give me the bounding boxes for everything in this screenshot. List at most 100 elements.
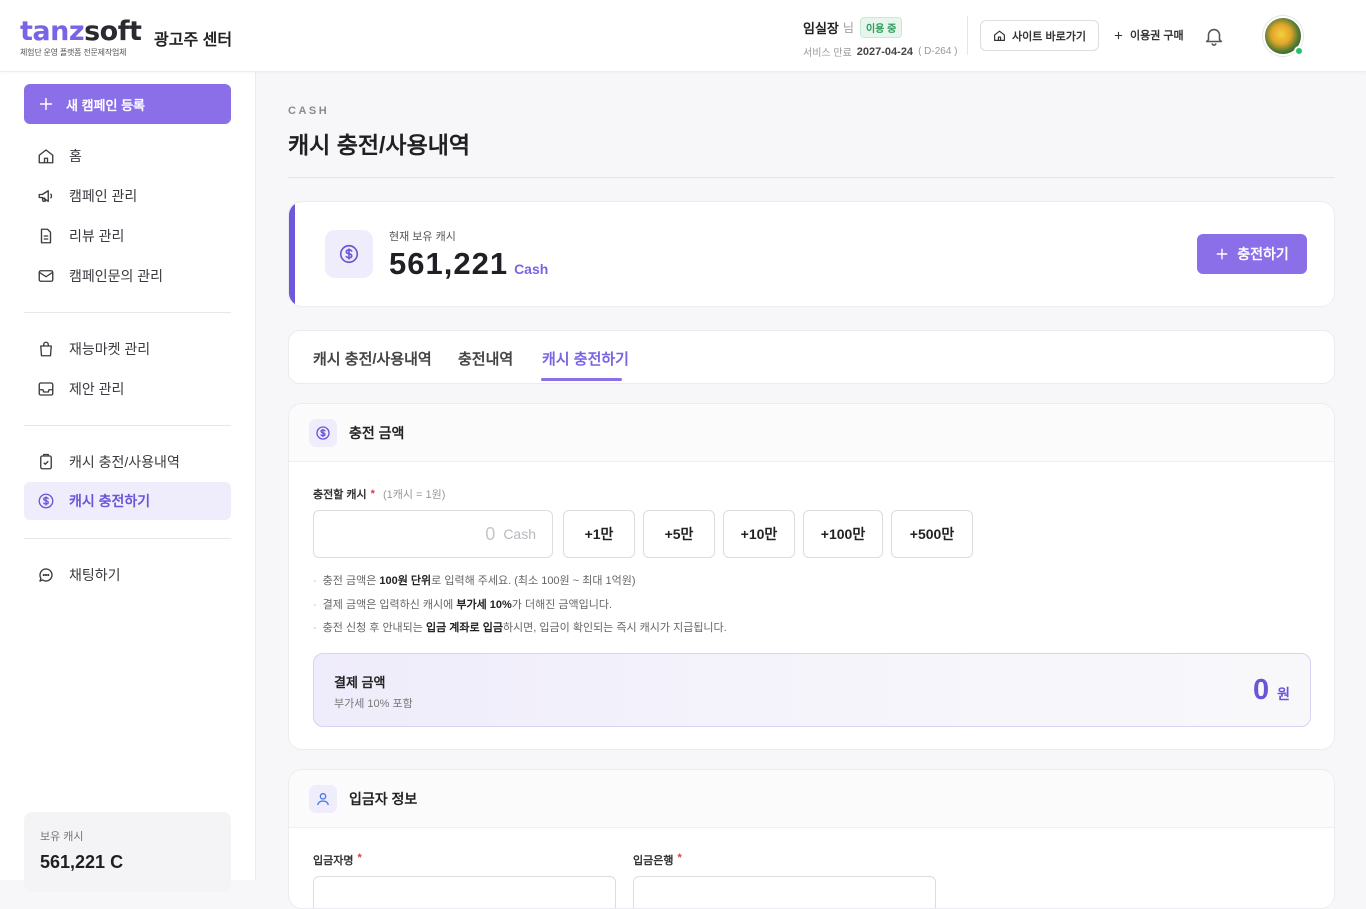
logo-tagline: 체험단 운영 플랫폼 전문제작업체	[20, 48, 127, 57]
tab-charge-history[interactable]: 충전내역	[458, 331, 513, 385]
payment-amount-sub: 부가세 10% 포함	[334, 698, 413, 710]
tab-cash-charge[interactable]: 캐시 충전하기	[542, 331, 629, 385]
section-header: 입금자 정보	[289, 770, 1334, 828]
title-divider	[288, 177, 1335, 178]
payment-amount-box: 결제 금액 부가세 10% 포함 0 원	[313, 653, 1311, 727]
plus-icon	[1215, 247, 1229, 261]
depositor-name-label: 입금자명 *	[313, 852, 362, 867]
shopping-bag-icon	[37, 340, 55, 358]
current-cash-value: 561,221	[389, 246, 509, 281]
deposit-bank-select[interactable]	[633, 876, 936, 908]
tab-cash-history[interactable]: 캐시 충전/사용내역	[313, 331, 432, 385]
bell-icon[interactable]	[1203, 25, 1225, 47]
charge-notes: · 충전 금액은 100원 단위로 입력해 주세요. (최소 100원 ~ 최대 …	[313, 570, 727, 641]
sidebar-item-proposals[interactable]: 제안 관리	[24, 370, 231, 408]
payment-amount-value: 0	[1252, 674, 1270, 706]
status-badge: 이용 중	[859, 17, 903, 38]
quick-add-100k-button[interactable]: +10만	[723, 510, 795, 558]
cash-amount-placeholder: 0	[485, 523, 496, 544]
megaphone-icon	[37, 187, 55, 205]
required-mark: *	[357, 852, 362, 864]
logo-text-secondary: soft	[84, 16, 142, 47]
cash-amount-unit: Cash	[503, 526, 536, 542]
cash-summary-card: 현재 보유 캐시 561,221 Cash 충전하기	[288, 201, 1335, 307]
active-tab-indicator	[541, 378, 622, 381]
expiry-dday: ( D-264 )	[918, 46, 958, 57]
tab-bar: 캐시 충전/사용내역 충전내역 캐시 충전하기	[288, 330, 1335, 384]
plus-icon	[1113, 30, 1124, 41]
document-icon	[37, 227, 55, 245]
charge-button-label: 충전하기	[1237, 246, 1289, 262]
center-name: 광고주 센터	[154, 32, 233, 49]
buy-pass-label: 이용권 구매	[1130, 30, 1184, 42]
user-info: 임실장 님 이용 중 서비스 만료 2027-04-24 ( D-264 )	[803, 17, 958, 59]
logo[interactable]: tanzsoft 체험단 운영 플랫폼 전문제작업체	[20, 16, 142, 58]
quick-add-1m-button[interactable]: +100만	[803, 510, 883, 558]
home-icon	[993, 29, 1006, 42]
online-indicator	[1294, 46, 1304, 56]
card-accent-bar	[289, 202, 295, 306]
cash-field-label-text: 충전할 캐시	[313, 489, 367, 501]
payment-amount-unit: 원	[1277, 686, 1290, 702]
cash-field-label: 충전할 캐시 * (1캐시 = 1원)	[313, 486, 445, 502]
sidebar-item-label: 리뷰 관리	[69, 228, 125, 244]
expiry-date: 2027-04-24	[856, 45, 914, 58]
quick-add-5m-button[interactable]: +500만	[891, 510, 973, 558]
required-mark: *	[370, 488, 375, 500]
top-bar: tanzsoft 체험단 운영 플랫폼 전문제작업체 광고주 센터 임실장 님 …	[0, 0, 1366, 72]
sidebar-item-cash-charge[interactable]: 캐시 충전하기	[24, 482, 231, 520]
sidebar-item-chat[interactable]: 채팅하기	[24, 556, 231, 594]
dollar-circle-icon	[309, 418, 337, 447]
sidebar-item-inquiries[interactable]: 캠페인문의 관리	[24, 257, 231, 295]
new-campaign-label: 새 캠페인 등록	[66, 97, 145, 113]
payment-amount: 0 원	[1253, 674, 1290, 707]
new-campaign-button[interactable]: 새 캠페인 등록	[24, 84, 231, 124]
inbox-icon	[37, 380, 55, 398]
depositor-name-input[interactable]	[313, 876, 616, 908]
deposit-bank-label: 입금은행 *	[633, 852, 682, 867]
quick-add-10k-button[interactable]: +1만	[563, 510, 635, 558]
quick-add-50k-button[interactable]: +5만	[643, 510, 715, 558]
sidebar-item-label: 채팅하기	[69, 567, 121, 583]
plus-icon	[38, 96, 54, 112]
sidebar-item-label: 제안 관리	[69, 381, 125, 397]
section-header: 충전 금액	[289, 404, 1334, 462]
user-suffix: 님	[842, 21, 854, 35]
required-mark: *	[677, 852, 682, 864]
chat-icon	[37, 566, 55, 584]
note-item: · 충전 금액은 100원 단위로 입력해 주세요. (최소 100원 ~ 최대 …	[313, 575, 636, 587]
site-link-button[interactable]: 사이트 바로가기	[980, 20, 1099, 51]
home-icon	[37, 147, 55, 165]
clipboard-check-icon	[37, 453, 55, 471]
sidebar-item-label: 캐시 충전하기	[69, 493, 151, 509]
sidebar-item-label: 캠페인문의 관리	[69, 268, 164, 284]
site-link-label: 사이트 바로가기	[1012, 30, 1086, 43]
charge-button[interactable]: 충전하기	[1197, 234, 1307, 274]
current-cash-label: 현재 보유 캐시	[389, 231, 456, 243]
sidebar-item-label: 홈	[69, 148, 82, 164]
dollar-circle-icon	[325, 230, 373, 278]
sidebar-item-label: 캠페인 관리	[69, 188, 138, 204]
sidebar-item-campaigns[interactable]: 캠페인 관리	[24, 177, 231, 215]
page-title: 캐시 충전/사용내역	[288, 132, 471, 158]
sidebar-cash-label: 보유 캐시	[40, 831, 84, 843]
mail-icon	[37, 267, 55, 285]
note-item: · 충전 신청 후 안내되는 입금 계좌로 입금하시면, 입금이 확인되는 즉시 …	[313, 622, 727, 634]
sidebar-item-cash-history[interactable]: 캐시 충전/사용내역	[24, 443, 231, 481]
sidebar-item-reviews[interactable]: 리뷰 관리	[24, 217, 231, 255]
sidebar-item-label: 캐시 충전/사용내역	[69, 454, 180, 470]
header-divider	[967, 16, 968, 55]
page-eyebrow: CASH	[288, 105, 330, 117]
sidebar-item-label: 재능마켓 관리	[69, 341, 151, 357]
section-title: 입금자 정보	[349, 790, 418, 807]
sidebar-divider	[24, 312, 231, 313]
sidebar-divider	[24, 538, 231, 539]
expiry-label: 서비스 만료	[803, 48, 852, 59]
sidebar-item-market[interactable]: 재능마켓 관리	[24, 330, 231, 368]
charge-amount-card: 충전 금액 충전할 캐시 * (1캐시 = 1원) 0 Cash +1만 +5만…	[288, 403, 1335, 750]
sidebar-item-home[interactable]: 홈	[24, 137, 231, 175]
cash-field-hint: (1캐시 = 1원)	[382, 489, 446, 501]
cash-amount-input[interactable]: 0 Cash	[313, 510, 553, 558]
buy-pass-button[interactable]: 이용권 구매	[1113, 27, 1184, 43]
sidebar-cash-summary: 보유 캐시 561,221 C	[24, 812, 231, 892]
